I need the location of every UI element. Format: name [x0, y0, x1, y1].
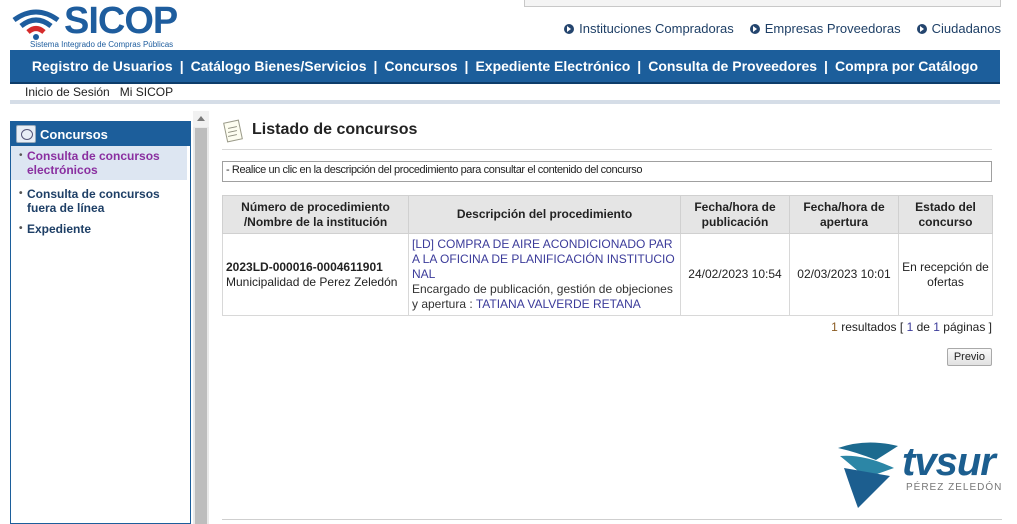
bullet-icon: •: [19, 223, 23, 234]
link-label: Instituciones Compradoras: [579, 21, 734, 36]
vertical-scrollbar[interactable]: [193, 111, 209, 524]
col-header-numero: Número de procedimiento /Nombre de la in…: [222, 195, 409, 234]
col-header-apertura: Fecha/hora de apertura: [789, 195, 899, 234]
nav-concursos[interactable]: Concursos: [384, 58, 457, 74]
site-header: SICOP Sistema Integrado de Compras Públi…: [0, 0, 1017, 50]
sicop-logo[interactable]: SICOP Sistema Integrado de Compras Públi…: [10, 0, 200, 50]
tvsur-wordmark: tvsur: [902, 440, 996, 484]
results-label: resultados [: [837, 320, 907, 334]
sidebar-item-consulta-fuera-linea[interactable]: • Consulta de concursos fuera de línea: [11, 184, 190, 218]
tvsur-subtitle: PÉREZ ZELEDÓN: [906, 482, 1003, 493]
main-nav: Registro de Usuarios | Catálogo Bienes/S…: [10, 50, 1000, 84]
col-header-estado: Estado del concurso: [898, 195, 993, 234]
document-list-icon: [222, 117, 244, 143]
wifi-logo-icon: [12, 9, 60, 40]
nav-expediente[interactable]: Expediente Electrónico: [475, 58, 630, 74]
col-header-descripcion: Descripción del procedimiento: [408, 195, 681, 234]
procedure-description-link[interactable]: [LD] COMPRA DE AIRE ACONDICIONADO PARA L…: [412, 237, 675, 281]
bullet-icon: •: [19, 150, 23, 161]
cell-estado: En recepción de ofertas: [898, 233, 993, 316]
tvsur-watermark: tvsur PÉREZ ZELEDÓN: [836, 438, 1016, 510]
pagination-info: 1 resultados [ 1 de 1 páginas ]: [222, 320, 992, 334]
content-bottom-divider: [222, 519, 1002, 520]
arrow-circle-icon: [916, 23, 927, 34]
sidebar-title: Concursos: [40, 126, 108, 142]
sub-nav: Inicio de Sesión Mi SICOP: [10, 84, 1000, 100]
col-header-publicacion: Fecha/hora de publicación: [680, 195, 790, 234]
results-table: Número de procedimiento /Nombre de la in…: [222, 195, 993, 316]
sidebar-item-expediente[interactable]: • Expediente: [11, 219, 190, 239]
institution-name: Municipalidad de Perez Zeledón: [226, 274, 398, 289]
of-label: de: [913, 320, 934, 334]
main-content: Listado de concursos - Realice un clic e…: [222, 114, 993, 366]
cell-numero: 2023LD-000016-0004611901 Municipalidad d…: [222, 233, 409, 316]
nav-separator: |: [824, 58, 828, 74]
link-label: Empresas Proveedoras: [764, 21, 901, 36]
cell-apertura: 02/03/2023 10:01: [789, 233, 899, 316]
pages-label: páginas ]: [939, 320, 992, 334]
concursos-icon: [16, 125, 36, 143]
link-label: Ciudadanos: [931, 21, 1001, 36]
nav-separator: |: [464, 58, 469, 74]
previous-button[interactable]: Previo: [946, 348, 992, 366]
cell-publicacion: 24/02/2023 10:54: [680, 233, 790, 316]
table-row: 2023LD-000016-0004611901 Municipalidad d…: [222, 233, 993, 316]
subnav-divider: [10, 100, 1000, 104]
encargado-name: TATIANA VALVERDE RETANA: [475, 297, 641, 311]
scroll-thumb[interactable]: [195, 128, 207, 524]
link-ciudadanos[interactable]: Ciudadanos: [916, 21, 1001, 36]
nav-consulta-proveedores[interactable]: Consulta de Proveedores: [648, 58, 817, 74]
nav-registro-usuarios[interactable]: Registro de Usuarios: [32, 58, 173, 74]
sidebar: Concursos • Consulta de concursos electr…: [10, 121, 191, 524]
total-pages[interactable]: 1: [933, 320, 940, 334]
link-empresas[interactable]: Empresas Proveedoras: [749, 21, 901, 36]
sidebar-item-label: Consulta de concursos fuera de línea: [27, 187, 160, 215]
subnav-inicio-sesion[interactable]: Inicio de Sesión: [25, 85, 110, 99]
instruction-box: - Realice un clic en la descripción del …: [222, 161, 992, 182]
result-count: 1: [831, 320, 838, 334]
sidebar-item-label: Expediente: [27, 222, 92, 236]
procedure-number: 2023LD-000016-0004611901: [226, 259, 383, 274]
sidebar-header: Concursos: [11, 122, 190, 146]
nav-separator: |: [179, 58, 184, 74]
arrow-circle-icon: [749, 23, 760, 34]
page-title-row: Listado de concursos: [222, 114, 992, 150]
table-header-row: Número de procedimiento /Nombre de la in…: [222, 195, 993, 234]
nav-separator: |: [373, 58, 378, 74]
header-top-box: [524, 0, 1001, 7]
nav-compra-catalogo[interactable]: Compra por Catálogo: [835, 58, 978, 74]
logo-subtitle: Sistema Integrado de Compras Públicas: [30, 40, 174, 49]
page-title: Listado de concursos: [252, 120, 418, 138]
nav-catalogo[interactable]: Catálogo Bienes/Servicios: [191, 58, 367, 74]
sidebar-item-consulta-electronicos[interactable]: • Consulta de concursos electrónicos: [11, 146, 187, 180]
subnav-mi-sicop[interactable]: Mi SICOP: [120, 85, 173, 99]
sidebar-item-label: Consulta de concursos electrónicos: [27, 149, 160, 177]
link-instituciones[interactable]: Instituciones Compradoras: [564, 21, 734, 36]
tvsur-logo-icon: [838, 442, 898, 508]
top-links: Instituciones Compradoras Empresas Prove…: [564, 21, 1001, 36]
arrow-circle-icon: [564, 23, 575, 34]
logo-wordmark: SICOP: [64, 0, 178, 42]
nav-separator: |: [637, 58, 642, 74]
prev-button-wrap: Previo: [222, 348, 992, 366]
bullet-icon: •: [19, 188, 23, 199]
scroll-up-arrow-icon[interactable]: [193, 111, 209, 127]
cell-descripcion: [LD] COMPRA DE AIRE ACONDICIONADO PARA L…: [408, 233, 681, 316]
